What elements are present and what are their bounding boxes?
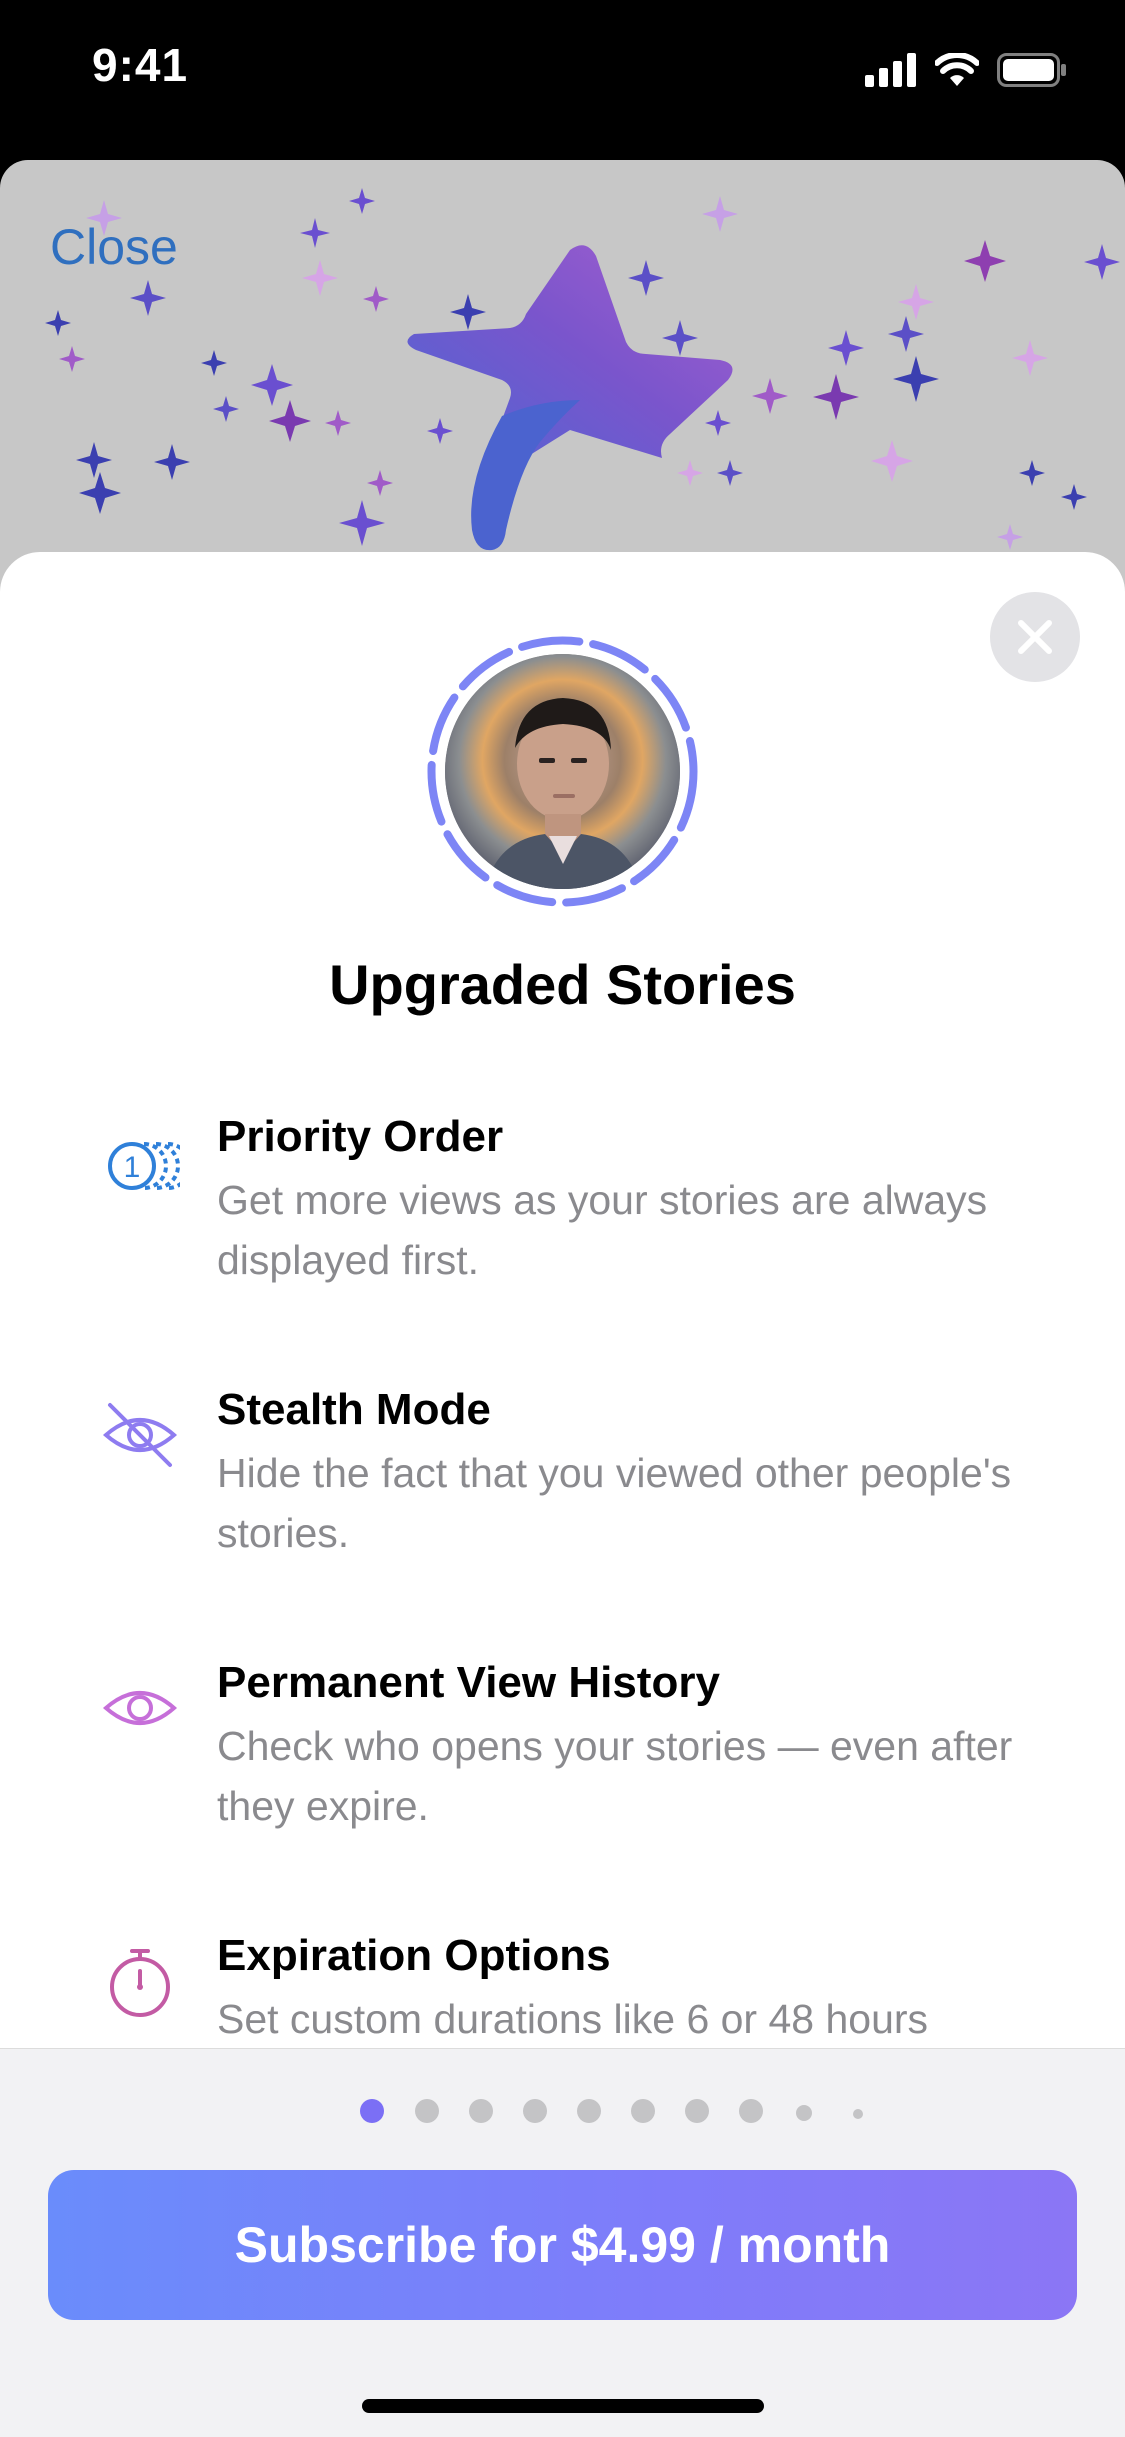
close-button[interactable] — [990, 592, 1080, 682]
page-dot[interactable] — [360, 2099, 384, 2123]
bottom-panel: Subscribe for $4.99 / month — [0, 2048, 1125, 2437]
subscribe-button[interactable]: Subscribe for $4.99 / month — [48, 2170, 1077, 2320]
status-bar: 9:41 — [0, 0, 1125, 150]
svg-text:1: 1 — [124, 1151, 141, 1184]
avatar — [445, 654, 680, 889]
page-dot[interactable] — [469, 2099, 493, 2123]
feature-title: Stealth Mode — [217, 1385, 491, 1434]
feature-permanent-view-history: Permanent View History Check who opens y… — [0, 1658, 1125, 1878]
priority-order-icon: 1 — [108, 1142, 180, 1190]
feature-title: Permanent View History — [217, 1658, 720, 1707]
close-icon — [1018, 620, 1052, 654]
page-dots — [0, 2095, 1125, 2125]
story-avatar — [425, 634, 700, 909]
page-dot[interactable] — [577, 2099, 601, 2123]
stopwatch-icon — [110, 1949, 170, 2017]
status-time: 9:41 — [92, 39, 189, 91]
sheet-title: Upgraded Stories — [329, 953, 796, 1016]
page-dot[interactable] — [631, 2099, 655, 2123]
page-dot[interactable] — [796, 2105, 812, 2121]
cellular-signal-icon — [865, 53, 916, 87]
feature-title: Expiration Options — [217, 1931, 611, 1980]
wifi-icon — [935, 53, 979, 86]
home-indicator — [362, 2399, 764, 2413]
premium-star-icon — [407, 245, 733, 551]
person-portrait — [445, 654, 680, 889]
feature-description: Check who opens your stories — even afte… — [217, 1723, 1013, 1829]
feature-priority-order: 1 Priority Order Get more views as your … — [0, 1112, 1125, 1332]
battery-icon — [997, 53, 1066, 87]
background-close-link[interactable]: Close — [50, 218, 178, 276]
feature-description: Get more views as your stories are alway… — [217, 1177, 988, 1283]
feature-description: Set custom durations like 6 or 48 hours — [217, 1996, 929, 2042]
page-dot[interactable] — [523, 2099, 547, 2123]
feature-stealth-mode: Stealth Mode Hide the fact that you view… — [0, 1385, 1125, 1605]
page-dot[interactable] — [853, 2109, 863, 2119]
feature-description: Hide the fact that you viewed other peop… — [217, 1450, 1012, 1556]
page-dot[interactable] — [415, 2099, 439, 2123]
page-dot[interactable] — [685, 2099, 709, 2123]
stealth-mode-icon — [102, 1403, 178, 1467]
feature-title: Priority Order — [217, 1112, 504, 1161]
view-history-icon — [102, 1691, 178, 1725]
page-dot[interactable] — [739, 2099, 763, 2123]
status-icons — [865, 50, 1067, 90]
